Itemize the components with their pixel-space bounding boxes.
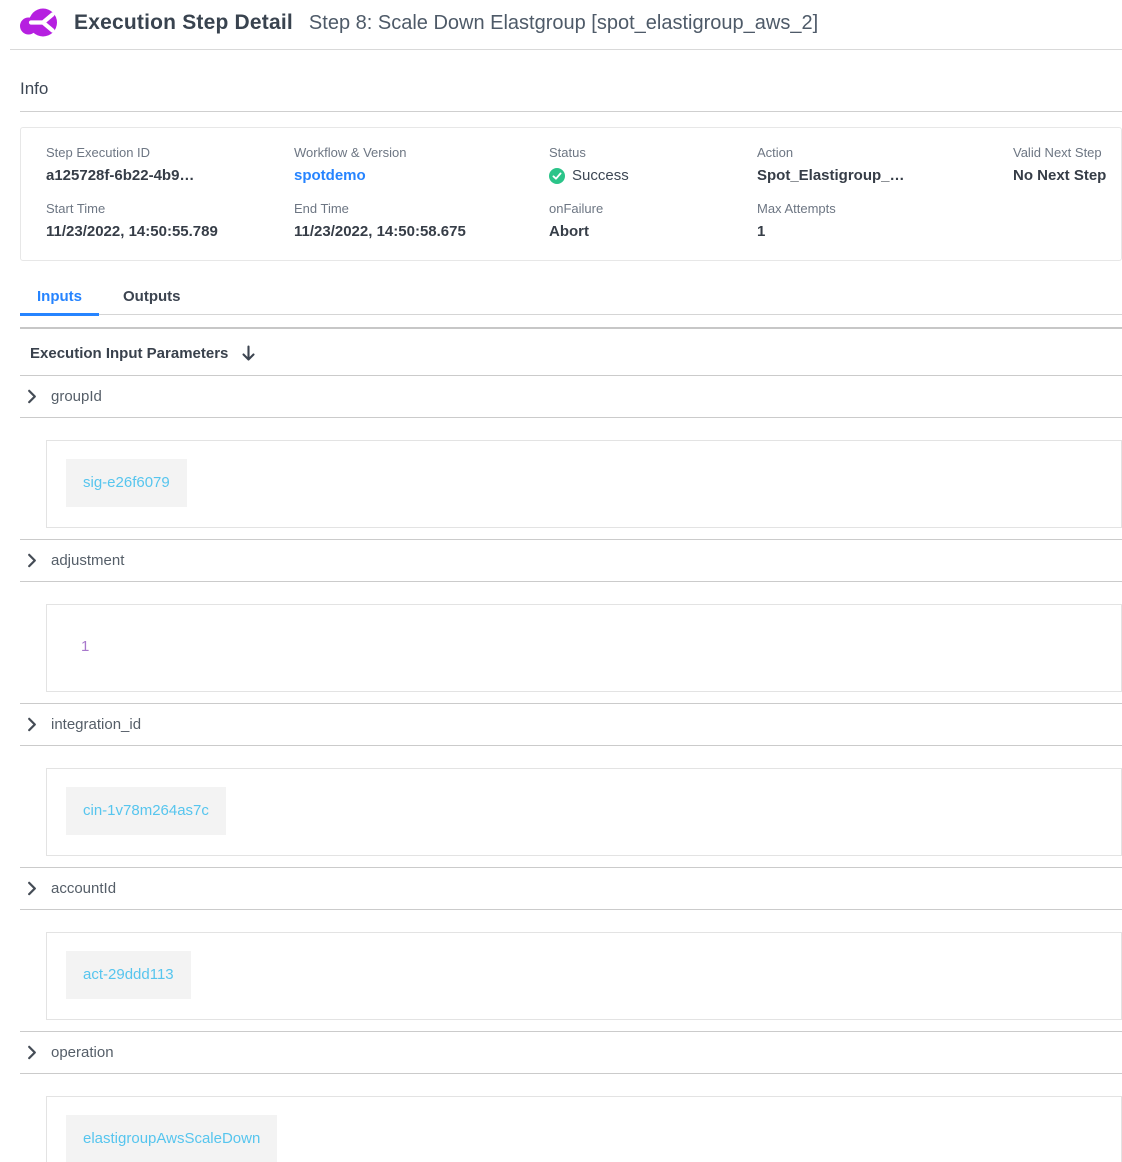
info-field: Step Execution ID a125728f-6b22-4b9…	[46, 145, 294, 184]
info-field-value-text: Success	[572, 167, 629, 184]
parameter-group: groupId sig-e26f6079	[20, 376, 1122, 540]
tab[interactable]: Outputs	[106, 288, 198, 314]
parameter-expand-row[interactable]: groupId	[20, 376, 1122, 418]
parameter-value-panel: act-29ddd113	[46, 932, 1122, 1020]
chevron-right-icon	[26, 1045, 38, 1060]
parameter-name: groupId	[51, 388, 102, 405]
info-field-value: a125728f-6b22-4b9…	[46, 167, 294, 184]
info-field-label: Max Attempts	[757, 201, 1013, 216]
chevron-right-icon	[26, 389, 38, 404]
info-field-value-text: No Next Step	[1013, 167, 1106, 184]
parameter-name: integration_id	[51, 716, 141, 733]
info-field-value-text: Spot_Elastigroup_…	[757, 167, 905, 184]
info-field-label: Valid Next Step	[1013, 145, 1121, 160]
info-field-value: spotdemo	[294, 167, 549, 184]
info-field-value-text: 11/23/2022, 14:50:55.789	[46, 223, 218, 240]
parameter-group: accountId act-29ddd113	[20, 868, 1122, 1032]
parameter-value: 1	[66, 623, 104, 671]
info-field-value: 11/23/2022, 14:50:55.789	[46, 223, 294, 240]
parameter-expand-row[interactable]: integration_id	[20, 704, 1122, 746]
info-field: End Time 11/23/2022, 14:50:58.675	[294, 201, 549, 240]
info-field-value: Abort	[549, 223, 757, 240]
parameter-value-panel: cin-1v78m264as7c	[46, 768, 1122, 856]
info-field-value: Success	[549, 167, 757, 184]
page-title: Execution Step Detail	[74, 11, 293, 35]
parameter-value-panel: elastigroupAwsScaleDown	[46, 1096, 1122, 1162]
info-field-value: 1	[757, 223, 1013, 240]
info-field-value: 11/23/2022, 14:50:58.675	[294, 223, 549, 240]
info-field: Status Success	[549, 145, 757, 184]
info-field-label: Start Time	[46, 201, 294, 216]
tab[interactable]: Inputs	[20, 288, 99, 314]
execution-input-parameters-header: Execution Input Parameters	[20, 329, 1122, 376]
parameter-expand-row[interactable]: operation	[20, 1032, 1122, 1074]
info-field-label: Status	[549, 145, 757, 160]
info-field-value-text: a125728f-6b22-4b9…	[46, 167, 194, 184]
info-field-value: Spot_Elastigroup_…	[757, 167, 1013, 184]
parameter-value-panel: 1	[46, 604, 1122, 692]
info-field-value-text: 11/23/2022, 14:50:58.675	[294, 223, 466, 240]
chevron-right-icon	[26, 881, 38, 896]
parameter-list: groupId sig-e26f6079 adjustment 1	[20, 376, 1122, 1162]
info-field-label: End Time	[294, 201, 549, 216]
spot-logo-icon	[20, 5, 60, 41]
info-field: Valid Next Step No Next Step	[1013, 145, 1121, 184]
parameter-value: sig-e26f6079	[66, 459, 187, 507]
info-field-value-text: Abort	[549, 223, 589, 240]
info-field-label: Action	[757, 145, 1013, 160]
chevron-right-icon	[26, 553, 38, 568]
info-field: Workflow & Version spotdemo	[294, 145, 549, 184]
parameter-value-panel: sig-e26f6079	[46, 440, 1122, 528]
page-header: Execution Step Detail Step 8: Scale Down…	[10, 0, 1122, 50]
execution-step-detail-page: Execution Step Detail Step 8: Scale Down…	[0, 0, 1122, 1162]
info-field: Start Time 11/23/2022, 14:50:55.789	[46, 201, 294, 240]
info-field-label: Workflow & Version	[294, 145, 549, 160]
parameter-expand-row[interactable]: adjustment	[20, 540, 1122, 582]
info-field-label: Step Execution ID	[46, 145, 294, 160]
parameter-group: adjustment 1	[20, 540, 1122, 704]
parameter-name: operation	[51, 1044, 114, 1061]
info-field: onFailure Abort	[549, 201, 757, 240]
parameter-value: cin-1v78m264as7c	[66, 787, 226, 835]
success-check-icon	[549, 168, 565, 184]
parameter-expand-row[interactable]: accountId	[20, 868, 1122, 910]
parameter-value: act-29ddd113	[66, 951, 191, 999]
execution-input-parameters-title: Execution Input Parameters	[30, 345, 228, 362]
arrow-down-icon[interactable]	[241, 345, 256, 362]
chevron-right-icon	[26, 717, 38, 732]
info-field-value: No Next Step	[1013, 167, 1121, 184]
parameter-name: accountId	[51, 880, 116, 897]
page-subtitle: Step 8: Scale Down Elastgroup [spot_elas…	[309, 12, 818, 35]
info-field-label: onFailure	[549, 201, 757, 216]
info-field: Action Spot_Elastigroup_…	[757, 145, 1013, 184]
info-card: Step Execution ID a125728f-6b22-4b9… Wor…	[20, 127, 1122, 261]
parameter-name: adjustment	[51, 552, 124, 569]
info-field-value-text: 1	[757, 223, 765, 240]
info-section-title: Info	[20, 50, 1122, 112]
parameter-group: integration_id cin-1v78m264as7c	[20, 704, 1122, 868]
info-field: Max Attempts 1	[757, 201, 1013, 240]
parameter-group: operation elastigroupAwsScaleDown	[20, 1032, 1122, 1162]
info-field-value-text: spotdemo	[294, 167, 366, 184]
tab-bar: Inputs Outputs	[20, 288, 1122, 315]
parameter-value: elastigroupAwsScaleDown	[66, 1115, 277, 1162]
